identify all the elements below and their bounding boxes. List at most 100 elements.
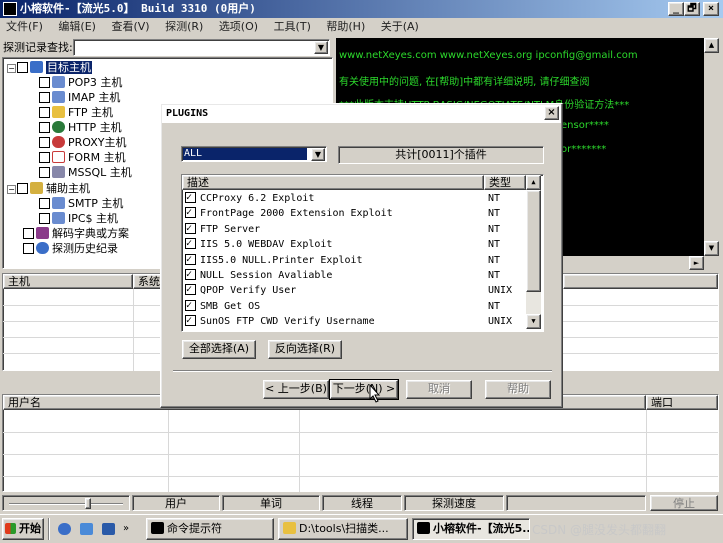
- plugin-checkbox[interactable]: [185, 205, 196, 220]
- grid-line: [3, 454, 718, 455]
- tree-checkbox[interactable]: [39, 152, 50, 163]
- plugin-row[interactable]: NULL Session Avaliable NT: [182, 267, 526, 283]
- cancel-button[interactable]: 取消: [406, 380, 472, 399]
- menu-edit[interactable]: 编辑(E): [58, 20, 96, 33]
- tree-item-dict[interactable]: 解码字典或方案: [23, 226, 129, 241]
- tree-item-proxy[interactable]: PROXY主机: [39, 135, 127, 150]
- plugin-row[interactable]: FrontPage 2000 Extension Exploit NT: [182, 205, 526, 221]
- tree-item-target[interactable]: − 目标主机: [7, 60, 92, 75]
- invert-selection-button[interactable]: 反向选择(R): [268, 340, 342, 359]
- column-header-port[interactable]: 端口: [646, 395, 718, 410]
- ie-icon[interactable]: [58, 523, 71, 535]
- plugin-checkbox[interactable]: [185, 252, 196, 267]
- collapse-icon[interactable]: −: [7, 185, 16, 194]
- scroll-down-icon[interactable]: ▼: [704, 241, 719, 256]
- tree-checkbox[interactable]: [17, 183, 28, 194]
- menu-about[interactable]: 关于(A): [381, 20, 419, 33]
- progress-slider[interactable]: [2, 495, 130, 511]
- tree-checkbox[interactable]: [39, 198, 50, 209]
- tree-item-http[interactable]: HTTP 主机: [39, 120, 122, 135]
- column-header-blank[interactable]: [563, 274, 718, 289]
- plugins-dialog: PLUGINS × ALL ▼ 共计[0011]个插件 描述 类型 CCProx…: [160, 103, 563, 408]
- chevron-down-icon[interactable]: ▼: [311, 148, 325, 161]
- tree-item-ftp[interactable]: FTP 主机: [39, 105, 113, 120]
- menu-probe[interactable]: 探测(R): [165, 20, 203, 33]
- tree-checkbox[interactable]: [39, 107, 50, 118]
- probe-search-combo[interactable]: ▼: [73, 39, 330, 56]
- tree-checkbox[interactable]: [17, 62, 28, 73]
- tree-label: 解码字典或方案: [52, 227, 129, 240]
- tree-item-pop3[interactable]: POP3 主机: [39, 75, 122, 90]
- tree-item-ipc[interactable]: IPC$ 主机: [39, 211, 118, 226]
- tree-checkbox[interactable]: [39, 92, 50, 103]
- scroll-up-icon[interactable]: ▲: [526, 175, 541, 190]
- chevron-down-icon[interactable]: ▼: [314, 41, 328, 54]
- tree-item-smtp[interactable]: SMTP 主机: [39, 196, 123, 211]
- tree-checkbox[interactable]: [39, 213, 50, 224]
- task-cmd[interactable]: 命令提示符: [146, 518, 274, 540]
- plugin-row[interactable]: FTP Server NT: [182, 221, 526, 237]
- stop-button[interactable]: 停止: [650, 495, 718, 511]
- scroll-thumb[interactable]: [526, 190, 541, 292]
- menu-view[interactable]: 查看(V): [111, 20, 149, 33]
- plugin-row[interactable]: CCProxy 6.2 Exploit NT: [182, 190, 526, 206]
- folder-icon: [283, 522, 296, 534]
- folder-icon: [52, 106, 65, 118]
- tree-checkbox[interactable]: [39, 167, 50, 178]
- plugin-checkbox[interactable]: [185, 267, 196, 282]
- plugin-list: 描述 类型 CCProxy 6.2 ExploitNTFrontPage 200…: [181, 174, 544, 332]
- task-fluxay[interactable]: 小榕软件-【流光5...: [412, 518, 530, 540]
- column-header-host[interactable]: 主机: [3, 274, 133, 289]
- tree-checkbox[interactable]: [23, 243, 34, 254]
- plugin-row[interactable]: IIS5.0 NULL.Printer Exploit NT: [182, 252, 526, 268]
- restore-button[interactable]: 🗗: [684, 2, 700, 16]
- help-button[interactable]: 帮助: [485, 380, 551, 399]
- plugin-row[interactable]: IIS 5.0 WEBDAV Exploit NT: [182, 236, 526, 252]
- scroll-down-icon[interactable]: ▼: [526, 314, 541, 329]
- plugin-checkbox[interactable]: [185, 236, 196, 251]
- column-header-description[interactable]: 描述: [182, 175, 484, 190]
- tree-checkbox[interactable]: [23, 228, 34, 239]
- prev-step-button[interactable]: < 上一步(B): [263, 380, 329, 399]
- select-all-button[interactable]: 全部选择(A): [182, 340, 256, 359]
- collapse-icon[interactable]: −: [7, 64, 16, 73]
- console-scrollbar[interactable]: ▲ ▼: [704, 38, 719, 256]
- quicklaunch-overflow-icon[interactable]: »: [123, 523, 129, 534]
- menu-tools[interactable]: 工具(T): [274, 20, 311, 33]
- tree-item-imap[interactable]: IMAP 主机: [39, 90, 120, 105]
- task-explorer[interactable]: D:\tools\扫描类...: [278, 518, 408, 540]
- menu-help[interactable]: 帮助(H): [326, 20, 365, 33]
- start-button[interactable]: 开始: [2, 518, 44, 540]
- tree-item-history[interactable]: 探测历史纪录: [23, 241, 118, 256]
- scroll-right-icon[interactable]: ►: [689, 256, 704, 270]
- close-button[interactable]: ×: [703, 2, 719, 16]
- plugin-filter-value: ALL: [183, 148, 307, 160]
- next-step-button[interactable]: 下一步(N) >: [329, 379, 399, 400]
- minimize-button[interactable]: _: [668, 2, 684, 16]
- mail-server-icon: [52, 197, 65, 209]
- menu-file[interactable]: 文件(F): [6, 20, 43, 33]
- plugin-row[interactable]: SunOS FTP CWD Verify Username UNIX: [182, 313, 526, 329]
- plugin-checkbox[interactable]: [185, 313, 196, 328]
- plugin-row[interactable]: QPOP Verify User UNIX: [182, 282, 526, 298]
- media-icon[interactable]: [102, 523, 115, 535]
- column-header-type[interactable]: 类型: [484, 175, 526, 190]
- plugin-checkbox[interactable]: [185, 190, 196, 205]
- slider-thumb[interactable]: [85, 498, 91, 509]
- tree-item-aux[interactable]: − 辅助主机: [7, 181, 90, 196]
- scroll-up-icon[interactable]: ▲: [704, 38, 719, 53]
- tree-checkbox[interactable]: [39, 77, 50, 88]
- plugin-checkbox[interactable]: [185, 298, 196, 313]
- plugin-list-scrollbar[interactable]: ▲ ▼: [526, 175, 541, 329]
- tree-item-form[interactable]: FORM 主机: [39, 150, 126, 165]
- tree-item-mssql[interactable]: MSSQL 主机: [39, 165, 132, 180]
- plugin-checkbox[interactable]: [185, 221, 196, 236]
- plugin-row[interactable]: SMB Get OS NT: [182, 298, 526, 314]
- menu-options[interactable]: 选项(O): [219, 20, 258, 33]
- desktop-icon[interactable]: [80, 523, 93, 535]
- plugin-checkbox[interactable]: [185, 282, 196, 297]
- dialog-close-button[interactable]: ×: [544, 106, 559, 120]
- tree-checkbox[interactable]: [39, 137, 50, 148]
- tree-checkbox[interactable]: [39, 122, 50, 133]
- plugin-filter-select[interactable]: ALL ▼: [181, 146, 327, 162]
